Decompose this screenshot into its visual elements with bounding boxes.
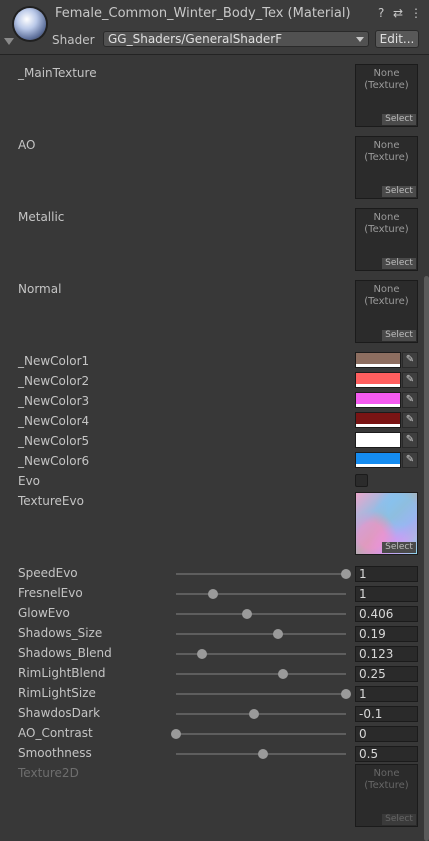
material-header: Female_Common_Winter_Body_Tex (Material)… — [0, 0, 429, 55]
texture-slot-ao[interactable]: None (Texture) Select — [355, 136, 418, 199]
property-label-newcolor3: _NewColor3 — [18, 394, 90, 408]
property-label-normal: Normal — [18, 282, 62, 296]
property-label-ao-contrast: AO_Contrast — [18, 726, 93, 740]
property-label-evo: Evo — [18, 474, 41, 488]
value-field-fresnelevo[interactable]: 1 — [355, 586, 418, 602]
eyedropper-icon[interactable]: ✎ — [402, 392, 418, 408]
color-swatch-newcolor2[interactable] — [355, 372, 401, 388]
property-label-shadows-size: Shadows_Size — [18, 626, 103, 640]
texture-slot-normal[interactable]: None (Texture) Select — [355, 280, 418, 343]
eyedropper-icon[interactable]: ✎ — [402, 432, 418, 448]
slider-track-speedevo[interactable] — [176, 573, 346, 575]
texture-select-button: Select — [382, 814, 416, 825]
property-label-newcolor4: _NewColor4 — [18, 414, 90, 428]
value-field-shawdosdark[interactable]: -0.1 — [355, 706, 418, 722]
property-label-shadows-blend: Shadows_Blend — [18, 646, 112, 660]
value-field-rimlightsize[interactable]: 1 — [355, 686, 418, 702]
property-label-ao: AO — [18, 138, 36, 152]
property-label-rimlightblend: RimLightBlend — [18, 666, 106, 680]
scrollbar[interactable] — [424, 276, 429, 841]
material-preview-icon — [14, 8, 46, 40]
value-field-shadows-size[interactable]: 0.19 — [355, 626, 418, 642]
property-label-maintexture: _MainTexture — [18, 66, 97, 80]
value-field-shadows-blend[interactable]: 0.123 — [355, 646, 418, 662]
texture-slot-metallic[interactable]: None (Texture) Select — [355, 208, 418, 271]
property-label-textureevo: TextureEvo — [18, 494, 84, 508]
texture-slot-value: None (Texture) — [364, 284, 409, 307]
help-icon[interactable]: ? — [378, 6, 384, 20]
color-swatch-newcolor3[interactable] — [355, 392, 401, 408]
evo-checkbox[interactable] — [355, 474, 368, 487]
eyedropper-icon[interactable]: ✎ — [402, 412, 418, 428]
slider-handle-rimlightblend[interactable] — [278, 669, 289, 679]
slider-handle-shadows-size[interactable] — [273, 629, 283, 639]
property-label-glowevo: GlowEvo — [18, 606, 70, 620]
value-field-rimlightblend[interactable]: 0.25 — [355, 666, 418, 682]
texture-select-button[interactable]: Select — [382, 114, 416, 125]
property-label-rimlightsize: RimLightSize — [18, 686, 96, 700]
slider-handle-fresnelevo[interactable] — [208, 589, 219, 599]
color-swatch-newcolor5[interactable] — [355, 432, 401, 448]
slider-handle-ao-contrast[interactable] — [171, 729, 181, 739]
property-label-newcolor1: _NewColor1 — [18, 354, 90, 368]
texture-select-button[interactable]: Select — [382, 186, 416, 197]
material-title: Female_Common_Winter_Body_Tex (Material) — [55, 6, 351, 21]
value-field-glowevo[interactable]: 0.406 — [355, 606, 418, 622]
slider-handle-shawdosdark[interactable] — [249, 709, 260, 719]
texture-slot-value: None (Texture) — [364, 768, 409, 791]
property-label-newcolor6: _NewColor6 — [18, 454, 90, 468]
eyedropper-icon[interactable]: ✎ — [402, 372, 418, 388]
property-label-metallic: Metallic — [18, 210, 65, 224]
property-label-fresnelevo: FresnelEvo — [18, 586, 83, 600]
property-label-newcolor2: _NewColor2 — [18, 374, 90, 388]
value-field-smoothness[interactable]: 0.5 — [355, 746, 418, 762]
property-label-speedevo: SpeedEvo — [18, 566, 78, 580]
shader-dropdown[interactable]: GG_Shaders/GeneralShaderF — [103, 31, 369, 47]
color-swatch-newcolor6[interactable] — [355, 452, 401, 468]
edit-shader-button[interactable]: Edit... — [375, 30, 419, 48]
property-label-shawdosdark: ShawdosDark — [18, 706, 101, 720]
texture-select-button[interactable]: Select — [382, 330, 416, 341]
texture-slot-textureevo[interactable]: Select — [355, 492, 418, 555]
slider-track-shawdosdark[interactable] — [176, 713, 346, 715]
slider-track-shadows-size[interactable] — [176, 633, 346, 635]
shader-label: Shader — [52, 33, 95, 47]
texture-slot-value: None (Texture) — [364, 212, 409, 235]
slider-track-rimlightblend[interactable] — [176, 673, 346, 675]
slider-track-rimlightsize[interactable] — [176, 693, 346, 695]
slider-track-fresnelevo[interactable] — [176, 593, 346, 595]
slider-track-ao-contrast[interactable] — [176, 733, 346, 735]
texture-slot-texture2d: None (Texture) Select — [355, 764, 418, 827]
property-label-smoothness: Smoothness — [18, 746, 92, 760]
slider-track-glowevo[interactable] — [176, 613, 346, 615]
value-field-ao-contrast[interactable]: 0 — [355, 726, 418, 742]
eyedropper-icon[interactable]: ✎ — [402, 352, 418, 368]
menu-icon[interactable]: ⋮ — [410, 6, 422, 20]
property-label-texture2d: Texture2D — [18, 766, 79, 780]
collapse-arrow-icon[interactable] — [4, 38, 14, 45]
texture-select-button[interactable]: Select — [382, 258, 416, 269]
eyedropper-icon[interactable]: ✎ — [402, 452, 418, 468]
texture-select-button[interactable]: Select — [382, 542, 416, 553]
texture-slot-maintexture[interactable]: None (Texture) Select — [355, 64, 418, 127]
texture-slot-value: None (Texture) — [364, 140, 409, 163]
slider-handle-shadows-blend[interactable] — [196, 649, 207, 659]
settings-icon[interactable]: ⇄ — [393, 6, 403, 20]
color-swatch-newcolor4[interactable] — [355, 412, 401, 428]
shader-dropdown-value: GG_Shaders/GeneralShaderF — [108, 32, 283, 46]
property-label-newcolor5: _NewColor5 — [18, 434, 90, 448]
slider-handle-glowevo[interactable] — [242, 609, 253, 619]
slider-handle-rimlightsize[interactable] — [341, 689, 351, 699]
slider-handle-smoothness[interactable] — [257, 749, 268, 759]
texture-slot-value: None (Texture) — [364, 68, 409, 91]
color-swatch-newcolor1[interactable] — [355, 352, 401, 368]
chevron-down-icon — [356, 37, 364, 42]
slider-handle-speedevo[interactable] — [341, 569, 351, 579]
value-field-speedevo[interactable]: 1 — [355, 566, 418, 582]
